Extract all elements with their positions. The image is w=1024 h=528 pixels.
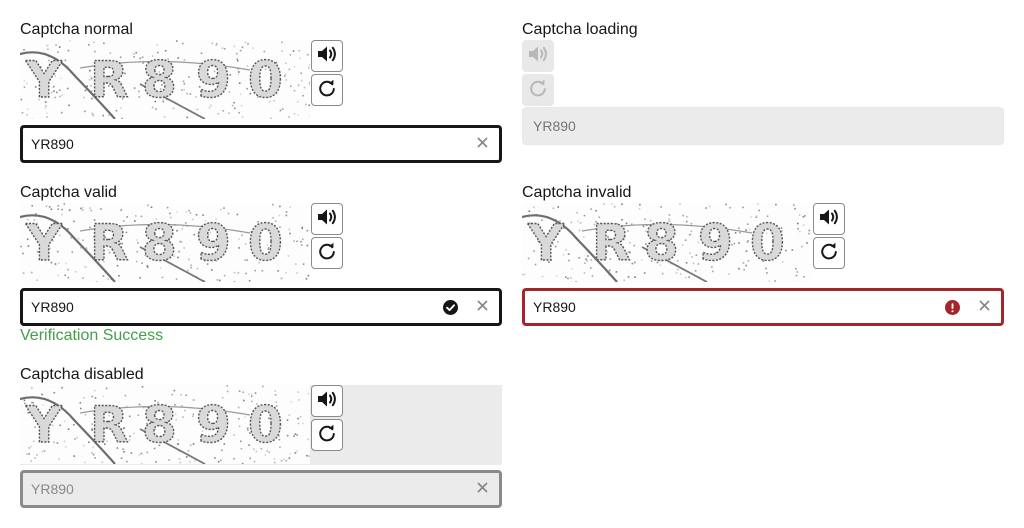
captcha-glyph: 0 [248,51,283,109]
captcha-title: Captcha normal [20,21,133,38]
audio-button [522,40,554,72]
captcha-input [523,108,1003,144]
captcha-glyph: 9 [196,51,231,109]
captcha-image: YR890 [522,203,812,282]
captcha-glyph: Y [527,214,565,272]
captcha-input-field [20,470,502,508]
captcha-normal: Captcha normal YR890 [20,20,502,163]
refresh-icon [317,241,337,266]
captcha-glyph: 0 [248,396,283,454]
error-circle-icon [943,298,961,316]
captcha-image: YR890 [20,385,310,464]
captcha-graphic: YR890 [20,203,310,282]
refresh-button[interactable] [311,237,343,269]
captcha-input-field [522,288,1004,326]
captcha-glyph: 8 [142,51,177,109]
captcha-glyph: 0 [750,214,785,272]
captcha-image: YR890 [20,40,310,119]
audio-button[interactable] [813,203,845,235]
audio-button [311,385,343,417]
refresh-icon [528,78,548,103]
captcha-loading: Captcha loading [522,20,1004,145]
captcha-glyph: 9 [698,214,733,272]
clear-button[interactable] [467,292,497,322]
captcha-glyph: R [90,51,129,109]
close-icon [979,298,990,316]
captcha-glyph: Y [25,214,63,272]
speaker-icon [316,207,338,232]
captcha-graphic: YR890 [20,40,310,119]
captcha-glyph: R [592,214,631,272]
success-message: Verification Success [20,327,164,344]
audio-button[interactable] [311,40,343,72]
clear-button[interactable] [969,292,999,322]
captcha-input-field [522,107,1004,145]
close-icon [477,480,488,498]
captcha-glyph: 8 [644,214,679,272]
captcha-invalid: Captcha invalid YR890 [522,183,1004,326]
captcha-graphic: YR890 [522,203,812,282]
audio-button[interactable] [311,203,343,235]
captcha-input [23,473,467,505]
clear-button[interactable] [467,129,497,159]
captcha-glyph: 9 [196,396,231,454]
captcha-image: YR890 [20,203,310,282]
refresh-icon [317,423,337,448]
close-icon [477,298,488,316]
captcha-input[interactable] [525,291,943,323]
captcha-disabled: Captcha disabled YR890 [20,365,502,508]
refresh-icon [819,241,839,266]
speaker-icon [818,207,840,232]
refresh-button[interactable] [311,74,343,106]
close-icon [477,135,488,153]
captcha-glyph: 8 [142,396,177,454]
captcha-graphic: YR890 [20,385,310,464]
captcha-title: Captcha valid [20,184,117,201]
speaker-icon [527,44,549,69]
captcha-glyph: 0 [248,214,283,272]
captcha-input-field [20,125,502,163]
captcha-glyph: Y [25,51,63,109]
captcha-input-field [20,288,502,326]
speaker-icon [316,44,338,69]
check-circle-icon [441,298,459,316]
captcha-glyph: R [90,214,129,272]
captcha-glyph: 8 [142,214,177,272]
captcha-title: Captcha disabled [20,366,144,383]
clear-button [467,474,497,504]
refresh-button [522,74,554,106]
refresh-button[interactable] [813,237,845,269]
captcha-glyph: R [90,396,129,454]
captcha-title: Captcha loading [522,21,638,38]
speaker-icon [316,389,338,414]
refresh-icon [317,78,337,103]
captcha-valid: Captcha valid YR890 Verification Success [20,183,502,348]
captcha-input[interactable] [23,128,467,160]
captcha-title: Captcha invalid [522,184,632,201]
refresh-button [311,419,343,451]
captcha-input[interactable] [23,291,441,323]
captcha-glyph: 9 [196,214,231,272]
captcha-glyph: Y [25,396,63,454]
